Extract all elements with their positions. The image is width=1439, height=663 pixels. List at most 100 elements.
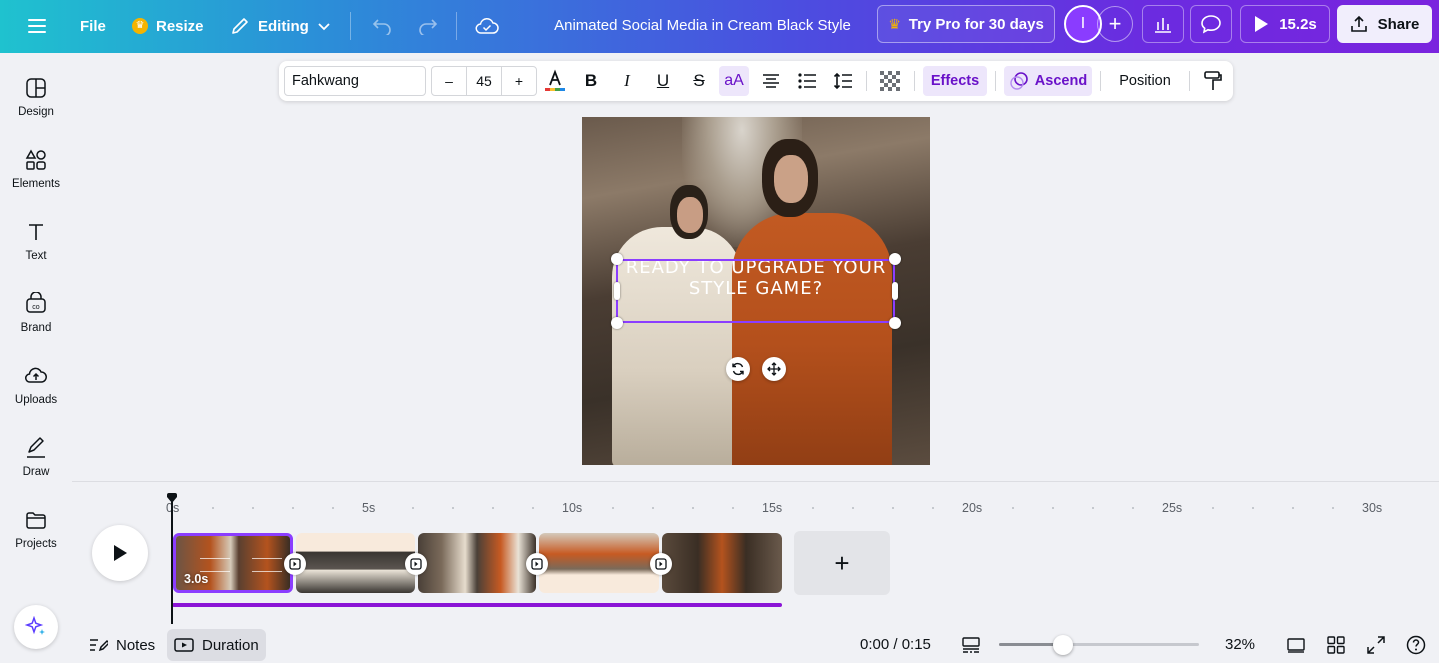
photo-person-right	[732, 213, 892, 465]
comment-icon	[1201, 15, 1221, 34]
share-button[interactable]: Share	[1337, 5, 1432, 43]
fullscreen-button[interactable]	[1364, 633, 1388, 657]
resize-button[interactable]: ♛ Resize	[124, 8, 212, 44]
zoom-slider-handle[interactable]	[1053, 635, 1073, 655]
editing-mode-dropdown[interactable]: Editing	[222, 8, 339, 44]
undo-icon	[372, 19, 391, 35]
chevron-down-icon	[318, 23, 330, 31]
list-button[interactable]	[792, 66, 822, 96]
resize-handle-top-left[interactable]	[611, 253, 623, 265]
draw-icon	[27, 437, 45, 458]
sidebar-item-label: Brand	[20, 322, 52, 334]
zoom-percentage[interactable]: 32%	[1225, 636, 1255, 653]
align-button[interactable]	[756, 66, 786, 96]
effects-button[interactable]: Effects	[923, 66, 987, 96]
zoom-slider-track[interactable]	[999, 643, 1199, 646]
svg-text:co: co	[32, 304, 40, 311]
increase-size-button[interactable]: +	[502, 73, 536, 89]
divider	[914, 71, 915, 91]
resize-handle-bottom-right[interactable]	[889, 317, 901, 329]
timeline-clip-3[interactable]	[418, 533, 536, 593]
letter-case-button[interactable]: aA	[719, 66, 749, 96]
text-color-button[interactable]	[540, 66, 570, 96]
sidebar-item-brand[interactable]: co Brand	[0, 292, 72, 354]
timeline-play-button[interactable]	[92, 525, 148, 581]
text-color-icon	[545, 69, 565, 91]
comments-button[interactable]	[1190, 5, 1232, 43]
sidebar-item-projects[interactable]: Projects	[0, 508, 72, 570]
timeline-tick-mark	[292, 507, 294, 509]
pages-view-button[interactable]	[1284, 633, 1308, 657]
playhead-handle-icon[interactable]	[166, 493, 178, 503]
timeline-tick-mark	[212, 507, 214, 509]
copy-style-button[interactable]	[1198, 66, 1228, 96]
rotate-icon	[732, 362, 744, 376]
resize-handle-right[interactable]	[892, 282, 898, 300]
insights-button[interactable]	[1142, 5, 1184, 43]
sidebar-item-draw[interactable]: Draw	[0, 436, 72, 498]
strikethrough-button[interactable]: S	[684, 66, 714, 96]
document-title[interactable]: Animated Social Media in Cream Black Sty…	[540, 8, 865, 44]
add-collaborator-button[interactable]: +	[1097, 6, 1133, 42]
spacing-button[interactable]	[828, 66, 858, 96]
save-status-button[interactable]	[467, 8, 507, 44]
font-size-input[interactable]: 45	[466, 67, 502, 95]
top-bar: File ♛ Resize Editing Animated Social Me…	[0, 0, 1439, 53]
transition-button[interactable]	[650, 553, 672, 575]
timeline-tick-mark	[412, 507, 414, 509]
resize-handle-top-right[interactable]	[889, 253, 901, 265]
decrease-size-button[interactable]: –	[432, 73, 466, 89]
timeline-clip-4[interactable]	[539, 533, 659, 593]
grid-view-button[interactable]	[1324, 633, 1348, 657]
position-button[interactable]: Position	[1109, 66, 1181, 96]
file-menu-button[interactable]: File	[72, 8, 114, 44]
transition-button[interactable]	[284, 553, 306, 575]
underline-button[interactable]: U	[648, 66, 678, 96]
undo-button[interactable]	[363, 8, 401, 44]
transition-icon	[655, 558, 667, 570]
transition-icon	[410, 558, 422, 570]
animate-button[interactable]: Ascend	[1004, 66, 1092, 96]
timeline-tick-mark	[852, 507, 854, 509]
transparency-button[interactable]	[875, 66, 905, 96]
duration-button[interactable]: Duration	[167, 629, 266, 661]
divider	[866, 71, 867, 91]
sidebar-item-text[interactable]: Text	[0, 220, 72, 282]
try-pro-button[interactable]: ♛ Try Pro for 30 days	[877, 5, 1055, 43]
timeline-tick-label: 20s	[962, 501, 983, 515]
rotate-button[interactable]	[726, 357, 750, 381]
time-readout: 0:00 / 0:15	[860, 636, 931, 653]
transition-button[interactable]	[405, 553, 427, 575]
expand-icon	[1367, 636, 1385, 654]
magic-assistant-button[interactable]	[14, 605, 58, 649]
timeline-tick-mark	[1252, 507, 1254, 509]
play-icon	[1255, 16, 1269, 32]
try-pro-label: Try Pro for 30 days	[908, 15, 1044, 33]
timeline-clip-5[interactable]	[662, 533, 782, 593]
playhead[interactable]	[171, 498, 173, 624]
transition-button[interactable]	[526, 553, 548, 575]
left-sidebar: Design Elements Text co Brand Uploads Dr…	[0, 53, 72, 613]
timeline-tick-label: 30s	[1362, 501, 1383, 515]
timeline-clip-2[interactable]	[296, 533, 415, 593]
timeline-tick-mark	[1132, 507, 1134, 509]
main-menu-button[interactable]	[20, 8, 54, 44]
resize-handle-left[interactable]	[614, 282, 620, 300]
page-view-button[interactable]	[959, 633, 983, 657]
notes-button[interactable]: Notes	[81, 629, 162, 661]
timeline-clip-1[interactable]: 3.0s	[173, 533, 293, 593]
move-button[interactable]	[762, 357, 786, 381]
add-page-button[interactable]: +	[794, 531, 890, 595]
bold-button[interactable]: B	[576, 66, 606, 96]
sidebar-item-design[interactable]: Design	[0, 76, 72, 138]
photo-person-left-face	[677, 197, 703, 233]
help-button[interactable]	[1404, 633, 1428, 657]
italic-button[interactable]: I	[612, 66, 642, 96]
sidebar-item-elements[interactable]: Elements	[0, 148, 72, 210]
sidebar-item-uploads[interactable]: Uploads	[0, 364, 72, 426]
font-family-dropdown[interactable]: Fahkwang	[284, 66, 426, 96]
present-play-button[interactable]: 15.2s	[1240, 5, 1330, 43]
redo-button[interactable]	[409, 8, 447, 44]
resize-handle-bottom-left[interactable]	[611, 317, 623, 329]
letter-case-icon: aA	[724, 72, 744, 89]
